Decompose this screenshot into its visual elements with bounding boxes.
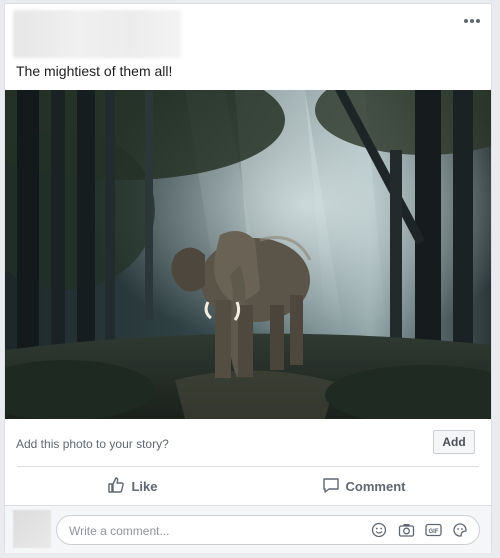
post-header (5, 4, 491, 64)
comment-label: Comment (345, 478, 406, 494)
post-caption: The mightiest of them all! (16, 63, 173, 79)
like-button[interactable]: Like (17, 468, 248, 504)
comment-button[interactable]: Comment (248, 468, 479, 504)
divider (17, 466, 479, 467)
comment-composer: GIF (5, 505, 491, 553)
post-photo[interactable] (5, 90, 491, 419)
add-to-story-button[interactable]: Add (433, 430, 475, 454)
post-card: The mightiest of them all! Add this phot… (4, 3, 492, 553)
like-label: Like (131, 478, 158, 494)
more-dot (470, 19, 474, 23)
author-info-blurred[interactable] (13, 10, 181, 58)
more-dot (464, 19, 468, 23)
comment-input[interactable] (67, 521, 361, 541)
comment-input-wrapper[interactable]: GIF (56, 515, 480, 545)
more-options-icon[interactable] (463, 14, 481, 28)
emoji-icon[interactable] (370, 521, 388, 539)
comment-input-icons: GIF (370, 521, 469, 539)
post-actions: Like Comment (17, 468, 479, 504)
story-prompt-row: Add this photo to your story? Add (5, 419, 491, 467)
more-dot (476, 19, 480, 23)
comment-bubble-icon (322, 476, 340, 497)
sticker-icon[interactable] (451, 521, 469, 539)
story-prompt-text: Add this photo to your story? (16, 437, 169, 451)
gif-icon[interactable]: GIF (424, 521, 442, 539)
svg-text:GIF: GIF (428, 529, 438, 535)
camera-icon[interactable] (397, 521, 415, 539)
elephant-forest-image (5, 90, 491, 419)
avatar (13, 510, 51, 548)
thumbs-up-icon (107, 476, 125, 497)
